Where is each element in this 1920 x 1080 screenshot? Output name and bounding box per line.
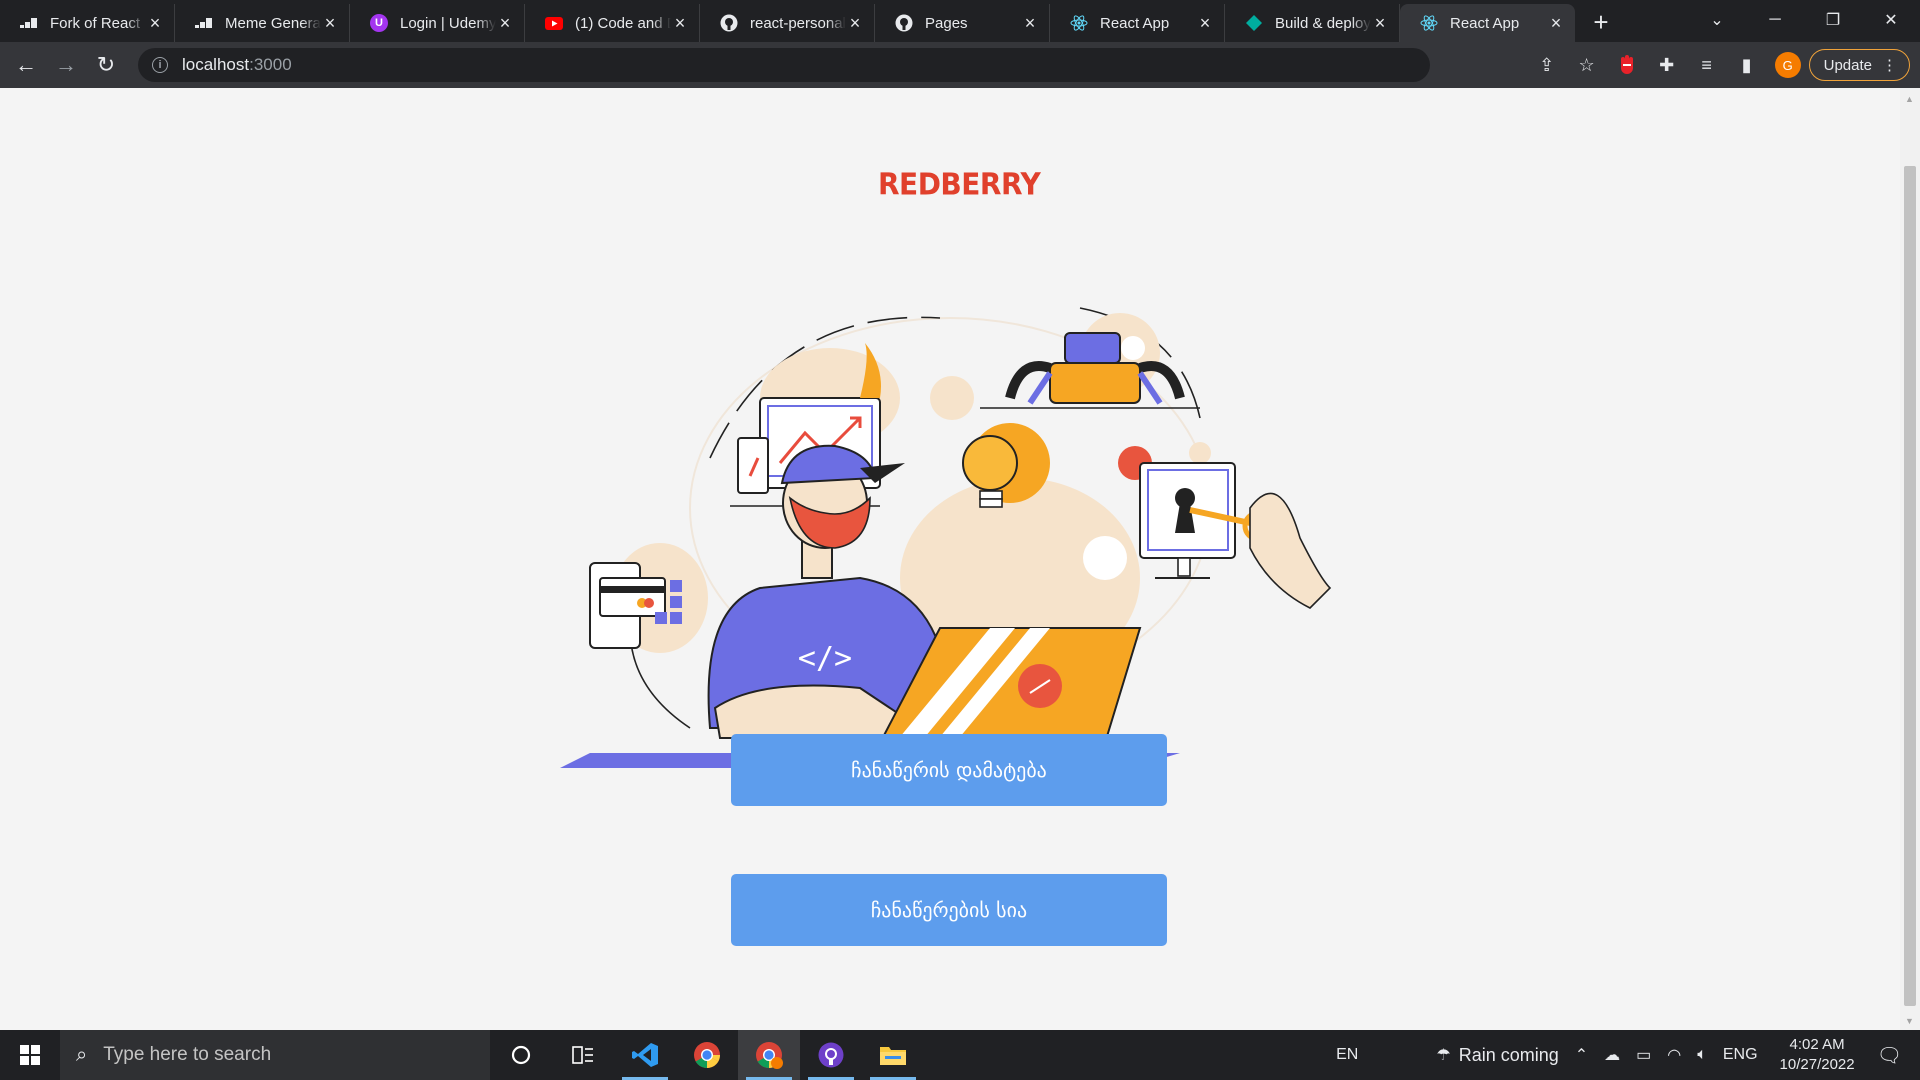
- close-icon[interactable]: ×: [846, 14, 864, 32]
- share-icon[interactable]: ⇪: [1527, 45, 1567, 85]
- extensions-puzzle-icon[interactable]: ✚: [1647, 45, 1687, 85]
- close-window-button[interactable]: ✕: [1862, 0, 1920, 40]
- weather-text[interactable]: Rain coming: [1459, 1045, 1559, 1066]
- info-icon[interactable]: i: [152, 57, 168, 73]
- react-icon: [1070, 14, 1088, 32]
- cortana-icon[interactable]: [490, 1030, 552, 1080]
- tab-1[interactable]: Meme Generator ×: [175, 4, 350, 42]
- keyboard-language[interactable]: ENG: [1723, 1046, 1758, 1064]
- tab-8-active[interactable]: React App ×: [1400, 4, 1575, 42]
- udemy-icon: U: [370, 14, 388, 32]
- tab-title: react-personal: [750, 14, 846, 32]
- page-scrollbar[interactable]: ▲ ▼: [1900, 88, 1920, 1030]
- youtube-icon: [545, 14, 563, 32]
- page-content: REDBERRY </> ჩანაწერის დამატება ჩანაწერე…: [0, 88, 1900, 1030]
- update-label: Update: [1823, 56, 1872, 74]
- records-list-button[interactable]: ჩანაწერების სია: [731, 874, 1167, 946]
- tab-title: (1) Code and D: [575, 14, 671, 32]
- wifi-icon[interactable]: ◠: [1667, 1045, 1681, 1065]
- address-host: localhost: [182, 55, 250, 74]
- taskbar-search[interactable]: ⌕ Type here to search: [60, 1030, 490, 1080]
- close-icon[interactable]: ×: [1371, 14, 1389, 32]
- kebab-menu-icon: ⋮: [1882, 57, 1897, 74]
- tab-3[interactable]: (1) Code and D ×: [525, 4, 700, 42]
- chrome-icon[interactable]: [676, 1030, 738, 1080]
- close-icon[interactable]: ×: [671, 14, 689, 32]
- reload-button[interactable]: ↻: [86, 45, 126, 85]
- minimize-button[interactable]: ─: [1746, 0, 1804, 40]
- address-bar[interactable]: i localhost:3000: [138, 48, 1430, 82]
- codepen-icon: [195, 14, 213, 32]
- close-icon[interactable]: ×: [496, 14, 514, 32]
- search-placeholder: Type here to search: [103, 1044, 272, 1065]
- toolbar-actions: ⇪ ☆ ✚ ≡ ▮ G Update ⋮: [1527, 42, 1920, 88]
- tab-title: React App: [1100, 14, 1170, 32]
- scroll-down-arrow-icon[interactable]: ▼: [1905, 1016, 1914, 1026]
- github-icon: [895, 14, 913, 32]
- redberry-logo: REDBERRY: [878, 166, 1041, 203]
- side-panel-icon[interactable]: ▮: [1727, 45, 1767, 85]
- media-queue-icon[interactable]: ≡: [1687, 45, 1727, 85]
- github-desktop-icon[interactable]: [800, 1030, 862, 1080]
- new-tab-button[interactable]: +: [1583, 4, 1619, 40]
- forward-button[interactable]: →: [46, 45, 86, 85]
- tab-strip: Fork of React × Meme Generator × U Login…: [0, 0, 1920, 42]
- extension-stop-icon[interactable]: [1607, 45, 1647, 85]
- battery-icon[interactable]: ▭: [1636, 1045, 1651, 1065]
- diamond-icon: [1245, 14, 1263, 32]
- language-indicator[interactable]: EN: [1336, 1046, 1358, 1064]
- tab-0[interactable]: Fork of React ×: [0, 4, 175, 42]
- update-button[interactable]: Update ⋮: [1808, 49, 1910, 81]
- scroll-up-arrow-icon[interactable]: ▲: [1905, 94, 1914, 104]
- file-explorer-icon[interactable]: [862, 1030, 924, 1080]
- restore-button[interactable]: ❐: [1804, 0, 1862, 40]
- chevron-up-icon[interactable]: ⌃: [1575, 1045, 1588, 1065]
- add-record-button[interactable]: ჩანაწერის დამატება: [731, 734, 1167, 806]
- windows-taskbar: ⌕ Type here to search EN ☂ Rain coming ⌃…: [0, 1030, 1920, 1080]
- tab-2[interactable]: U Login | Udemy ×: [350, 4, 525, 42]
- tab-4[interactable]: react-personal ×: [700, 4, 875, 42]
- chrome-profile-icon[interactable]: [738, 1030, 800, 1080]
- codepen-icon: [20, 14, 38, 32]
- vscode-icon[interactable]: [614, 1030, 676, 1080]
- close-icon[interactable]: ×: [146, 14, 164, 32]
- back-button[interactable]: ←: [6, 45, 46, 85]
- profile-avatar[interactable]: G: [1774, 52, 1801, 78]
- windows-start-icon[interactable]: [0, 1030, 60, 1080]
- search-icon: ⌕: [76, 1043, 88, 1066]
- close-icon[interactable]: ×: [321, 14, 339, 32]
- system-tray: EN ☂ Rain coming ⌃ ☁ ▭ ◠ 🔈︎ ENG 4:02 AM …: [1328, 1030, 1920, 1080]
- tab-title: Login | Udemy: [400, 14, 496, 32]
- address-port: :3000: [249, 55, 292, 74]
- tab-7[interactable]: Build & deploy ×: [1225, 4, 1400, 42]
- clock-date: 10/27/2022: [1779, 1056, 1855, 1073]
- hero-illustration: </>: [560, 307, 1332, 768]
- browser-toolbar: ← → ↻ i localhost:3000 ⇪ ☆ ✚ ≡ ▮ G Updat…: [0, 42, 1920, 88]
- clock-time: 4:02 AM: [1789, 1036, 1845, 1053]
- volume-icon[interactable]: 🔈︎: [1697, 1046, 1707, 1064]
- bookmark-star-icon[interactable]: ☆: [1567, 45, 1607, 85]
- notifications-icon[interactable]: 🗨︎: [1877, 1043, 1902, 1068]
- tab-search-icon[interactable]: ⌄: [1688, 0, 1746, 40]
- tab-title: Pages: [925, 14, 968, 32]
- svg-text:</>: </>: [798, 641, 852, 676]
- tab-title: Meme Generator: [225, 14, 321, 32]
- task-view-icon[interactable]: [552, 1030, 614, 1080]
- weather-rain-icon[interactable]: ☂: [1436, 1045, 1450, 1065]
- close-icon[interactable]: ×: [1021, 14, 1039, 32]
- window-controls: ⌄ ─ ❐ ✕: [1688, 0, 1920, 40]
- tab-title: React App: [1450, 14, 1520, 32]
- tab-5[interactable]: Pages ×: [875, 4, 1050, 42]
- scrollbar-thumb[interactable]: [1904, 166, 1916, 1006]
- github-icon: [720, 14, 738, 32]
- tab-title: Build & deploy: [1275, 14, 1371, 32]
- close-icon[interactable]: ×: [1547, 14, 1565, 32]
- tab-6[interactable]: React App ×: [1050, 4, 1225, 42]
- clock[interactable]: 4:02 AM 10/27/2022: [1780, 1035, 1855, 1075]
- close-icon[interactable]: ×: [1196, 14, 1214, 32]
- react-icon: [1420, 14, 1438, 32]
- onedrive-cloud-icon[interactable]: ☁: [1604, 1045, 1620, 1065]
- tab-title: Fork of React: [50, 14, 141, 32]
